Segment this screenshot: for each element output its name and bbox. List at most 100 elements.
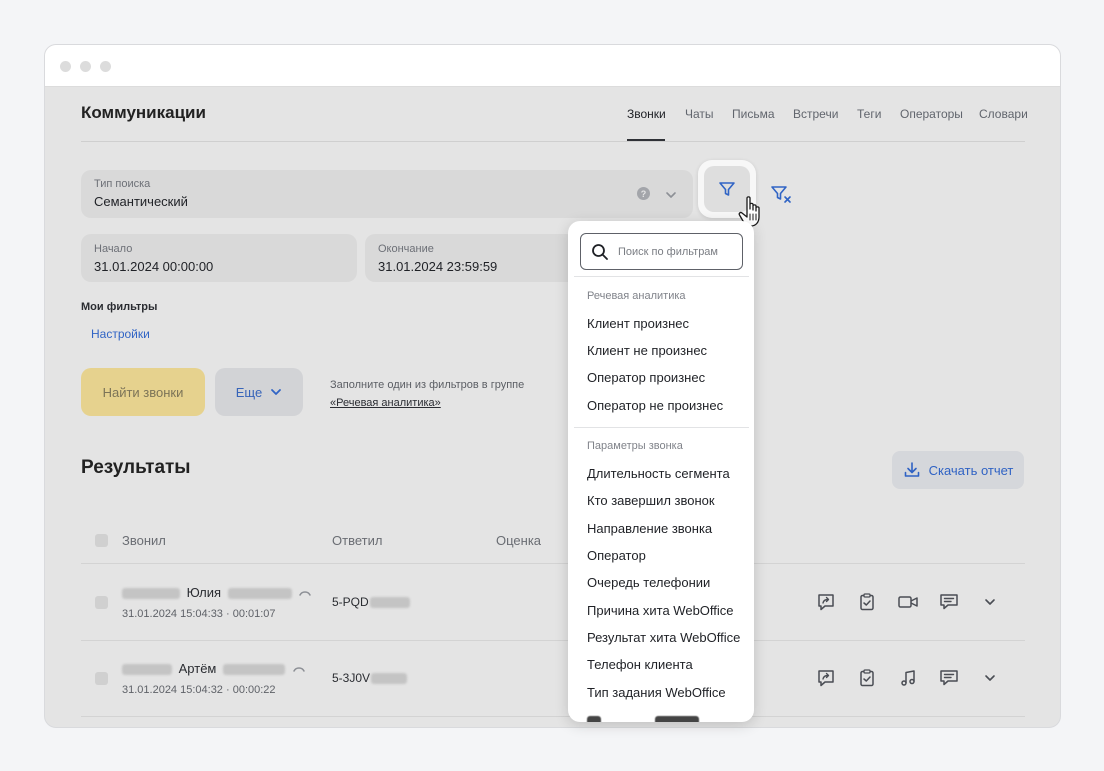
row-actions bbox=[815, 591, 1001, 613]
expand-row-icon[interactable] bbox=[979, 667, 1001, 689]
settings-link[interactable]: Настройки bbox=[91, 327, 150, 341]
answered-by: 5-3J0V bbox=[332, 671, 408, 685]
tab-letters[interactable]: Письма bbox=[732, 107, 775, 121]
tab-chats[interactable]: Чаты bbox=[685, 107, 714, 121]
expand-row-icon[interactable] bbox=[979, 591, 1001, 613]
my-filters-title: Мои фильтры bbox=[81, 301, 158, 313]
filter-dropdown: Поиск по фильтрам Речевая аналитика Клие… bbox=[568, 221, 754, 722]
answered-value: 5-3J0V bbox=[332, 671, 371, 685]
redacted-text bbox=[369, 597, 410, 609]
clipboard-check-icon[interactable] bbox=[856, 591, 878, 613]
filter-item[interactable]: Очередь телефонии bbox=[587, 575, 710, 590]
cut-off-text bbox=[587, 716, 601, 722]
forward-message-icon[interactable] bbox=[815, 667, 837, 689]
filter-item[interactable]: Клиент не произнес bbox=[587, 343, 707, 358]
help-icon[interactable]: ? bbox=[637, 187, 650, 205]
start-date-label: Начало bbox=[94, 243, 133, 255]
dropdown-divider bbox=[574, 427, 749, 428]
filter-hint-link[interactable]: «Речевая аналитика» bbox=[330, 394, 524, 412]
filter-hint: Заполните один из фильтров в группе «Реч… bbox=[330, 376, 524, 412]
filter-item[interactable]: Кто завершил звонок bbox=[587, 493, 715, 508]
answered-value: 5-PQD bbox=[332, 595, 369, 609]
cut-off-text bbox=[654, 716, 699, 722]
select-all-checkbox[interactable] bbox=[95, 534, 108, 547]
redacted-text bbox=[122, 664, 172, 676]
tab-tags[interactable]: Теги bbox=[857, 107, 881, 121]
tab-dictionaries[interactable]: Словари bbox=[979, 107, 1028, 121]
filter-item[interactable]: Оператор bbox=[587, 548, 646, 563]
more-label: Еще bbox=[235, 384, 263, 400]
video-icon[interactable] bbox=[897, 591, 919, 613]
group-call-parameters: Параметры звонка bbox=[587, 440, 683, 452]
more-button[interactable]: Еще bbox=[215, 368, 303, 416]
caller-first-name: Юлия bbox=[186, 585, 222, 600]
column-caller[interactable]: Звонил bbox=[122, 533, 166, 548]
row-divider bbox=[81, 716, 1025, 717]
search-type-value: Семантический bbox=[94, 194, 188, 209]
funnel-icon bbox=[719, 182, 735, 196]
caller-first-name: Артём bbox=[178, 661, 217, 676]
page-title: Коммуникации bbox=[81, 103, 206, 122]
tab-calls[interactable]: Звонки bbox=[627, 107, 666, 121]
end-date-value: 31.01.2024 23:59:59 bbox=[378, 259, 498, 274]
nav-divider bbox=[81, 141, 1025, 142]
chat-transcript-icon[interactable] bbox=[938, 591, 960, 613]
caller-name: Артём bbox=[122, 661, 306, 676]
search-type-label: Тип поиска bbox=[94, 178, 151, 190]
dropdown-divider bbox=[574, 276, 749, 277]
search-icon bbox=[592, 243, 608, 260]
window-dot-close[interactable] bbox=[60, 61, 71, 72]
filter-item[interactable]: Результат хита WebOffice bbox=[587, 630, 740, 645]
phone-hangup-icon bbox=[292, 666, 305, 672]
chevron-down-icon[interactable] bbox=[665, 188, 677, 206]
row-checkbox[interactable] bbox=[95, 672, 108, 685]
forward-message-icon[interactable] bbox=[815, 591, 837, 613]
chevron-down-icon bbox=[271, 389, 282, 395]
redacted-text bbox=[227, 588, 292, 600]
column-rating[interactable]: Оценка bbox=[496, 533, 541, 548]
answered-by: 5-PQD bbox=[332, 595, 410, 609]
tab-meetings[interactable]: Встречи bbox=[793, 107, 838, 121]
browser-window: Коммуникации Звонки Чаты Письма Встречи … bbox=[44, 44, 1061, 728]
find-calls-button[interactable]: Найти звонки bbox=[81, 368, 205, 416]
row-actions bbox=[815, 667, 1001, 689]
filter-item[interactable]: Длительность сегмента bbox=[587, 466, 730, 481]
filter-item[interactable]: Телефон клиента bbox=[587, 657, 693, 672]
filter-item[interactable]: Направление звонка bbox=[587, 521, 712, 536]
column-answered[interactable]: Ответил bbox=[332, 533, 382, 548]
redacted-text bbox=[122, 588, 180, 600]
table-divider bbox=[81, 563, 1025, 564]
filter-item[interactable]: Оператор произнес bbox=[587, 370, 705, 385]
clear-filter-icon[interactable] bbox=[770, 183, 792, 210]
find-calls-label: Найти звонки bbox=[102, 384, 184, 400]
clipboard-check-icon[interactable] bbox=[856, 667, 878, 689]
end-date-field[interactable]: Окончание 31.01.2024 23:59:59 bbox=[365, 234, 595, 282]
chat-transcript-icon[interactable] bbox=[938, 667, 960, 689]
results-title: Результаты bbox=[81, 457, 191, 478]
download-icon bbox=[904, 462, 919, 477]
row-divider bbox=[81, 640, 1025, 641]
caller-name: Юлия bbox=[122, 585, 312, 600]
redacted-text bbox=[371, 673, 408, 685]
row-checkbox[interactable] bbox=[95, 596, 108, 609]
tab-operators[interactable]: Операторы bbox=[900, 107, 963, 121]
filter-item[interactable]: Оператор не произнес bbox=[587, 398, 723, 413]
music-note-icon[interactable] bbox=[897, 667, 919, 689]
active-tab-indicator bbox=[627, 139, 665, 141]
window-dot-maximize[interactable] bbox=[100, 61, 111, 72]
window-titlebar bbox=[45, 45, 1060, 87]
start-date-field[interactable]: Начало 31.01.2024 00:00:00 bbox=[81, 234, 357, 282]
phone-hangup-icon bbox=[299, 590, 312, 596]
svg-text:?: ? bbox=[641, 189, 647, 199]
filter-search-input[interactable]: Поиск по фильтрам bbox=[580, 233, 743, 270]
search-type-select[interactable]: Тип поиска Семантический ? bbox=[81, 170, 693, 218]
filter-item[interactable]: Тип задания WebOffice bbox=[587, 685, 726, 700]
window-dot-minimize[interactable] bbox=[80, 61, 91, 72]
redacted-text bbox=[223, 664, 285, 676]
filter-item[interactable]: Клиент произнес bbox=[587, 316, 689, 331]
call-datetime: 31.01.2024 15:04:32 · 00:00:22 bbox=[122, 684, 276, 696]
download-report-button[interactable]: Скачать отчет bbox=[892, 451, 1024, 489]
filter-item-cut-off[interactable] bbox=[587, 712, 699, 722]
filter-item[interactable]: Причина хита WebOffice bbox=[587, 603, 734, 618]
group-speech-analytics: Речевая аналитика bbox=[587, 290, 686, 302]
